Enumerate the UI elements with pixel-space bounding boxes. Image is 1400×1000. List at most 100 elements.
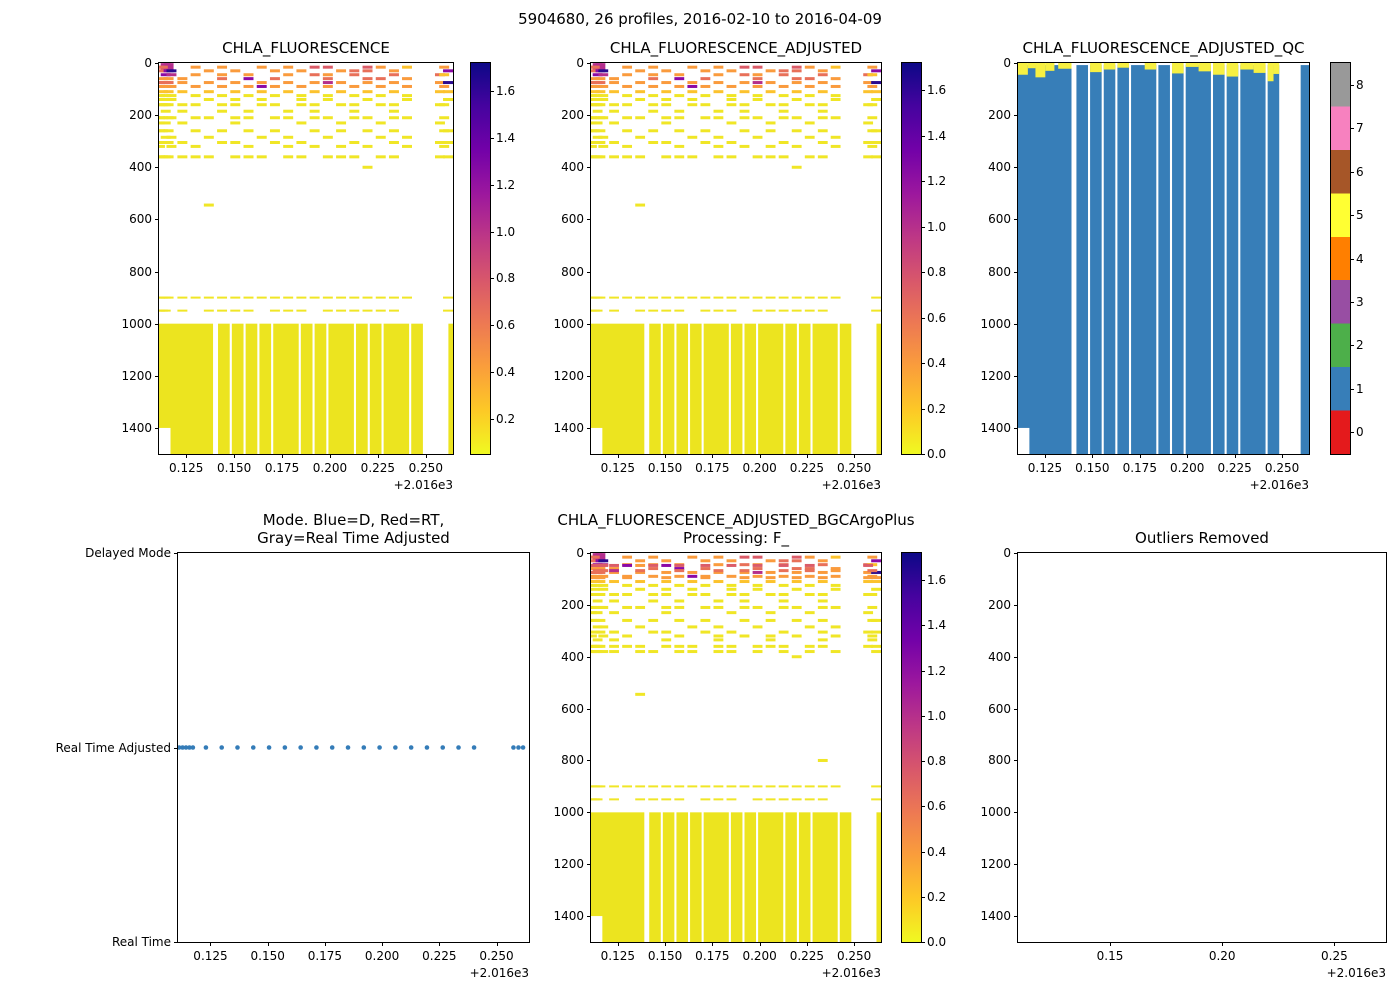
plot-marks: [591, 63, 881, 454]
colorbar-qc-flags: 0 1 2 3 4 5 6 7 8: [1330, 62, 1364, 455]
panel-chla-fluorescence-title: CHLA_FLUORESCENCE: [222, 39, 390, 58]
x-axis-offset-label: +2.016e3: [1326, 966, 1386, 980]
x-tick-label: 0.175: [695, 461, 730, 475]
y-tick-label: Real Time: [111, 935, 171, 949]
x-tick-mark: [1334, 942, 1336, 946]
y-tick-label: 800: [988, 264, 1011, 279]
x-tick-mark: [617, 942, 619, 946]
x-tick-label: 0.250: [836, 461, 872, 475]
colorbar-tick-mark: [1350, 258, 1354, 260]
y-tick-mark: [587, 427, 591, 429]
colorbar-tick-label: 1.0: [496, 224, 516, 239]
colorbar-tick-mark: [1350, 84, 1354, 86]
y-tick-label: 600: [561, 212, 584, 227]
colorbar-tick-mark: [490, 137, 494, 139]
x-tick-label: 0.150: [250, 949, 285, 963]
x-tick-mark: [324, 942, 326, 946]
panel-bgc-argo-plus: CHLA_FLUORESCENCE_ADJUSTED_BGCArgoPlus P…: [553, 511, 914, 981]
y-tick-label: 0: [1003, 546, 1011, 560]
panel-mode: Mode. Blue=D, Red=RT, Gray=Real Time Adj…: [56, 511, 530, 980]
y-tick-mark: [155, 375, 159, 377]
x-tick-label: 0.125: [169, 461, 204, 475]
colorbar-tick-mark: [1350, 128, 1354, 130]
x-tick-mark: [1044, 454, 1046, 458]
mode-dot: [282, 745, 288, 750]
y-tick-mark: [1014, 115, 1018, 117]
chla-fluorescence-heatmap: [159, 63, 453, 454]
y-tick-label: 1200: [553, 368, 584, 383]
x-tick-mark: [759, 942, 761, 946]
panel-bgc-argo-plus-title: CHLA_FLUORESCENCE_ADJUSTED_BGCArgoPlus P…: [557, 510, 915, 548]
colorbar-chla-fluorescence: 0.2 0.4 0.6 0.8 1.0 1.2 1.4 1.6: [470, 62, 515, 455]
colorbar-tick-label: 0.6: [496, 318, 516, 333]
y-tick-label: 1200: [553, 857, 584, 872]
y-tick-label: 800: [988, 753, 1011, 768]
colorbar-tick-mark: [921, 272, 925, 274]
mode-dot: [408, 745, 414, 750]
colorbar-tick-label: 0.6: [927, 310, 947, 325]
plot-marks: [591, 553, 881, 942]
mode-dot: [393, 745, 398, 750]
colorbar-tick-label: 0: [1356, 425, 1364, 440]
y-tick-label: 800: [129, 264, 152, 279]
figure: 5904680, 26 profiles, 2016-02-10 to 2016…: [0, 0, 1400, 1000]
x-tick-label: 0.150: [1075, 461, 1110, 475]
x-tick-label: 0.200: [742, 949, 777, 963]
x-tick-mark: [1222, 942, 1224, 946]
x-tick-label: 0.200: [312, 461, 348, 475]
chla-fluorescence-adjusted-heatmap: [591, 63, 881, 454]
x-tick-mark: [712, 454, 714, 458]
colorbar-tick-mark: [1350, 388, 1354, 390]
y-tick-mark: [1014, 812, 1018, 814]
panel-outliers-removed-title: Outliers Removed: [1135, 529, 1269, 548]
y-tick-mark: [155, 63, 159, 64]
y-tick-label: 0: [576, 56, 584, 70]
x-tick-label: 0.125: [193, 949, 228, 963]
colorbar-tick-mark: [490, 231, 494, 233]
y-tick-mark: [1014, 323, 1018, 325]
y-tick-label: 1400: [980, 909, 1011, 924]
y-tick-label: 400: [988, 160, 1011, 175]
colorbar-tick-label: 1.0: [927, 708, 947, 723]
colorbar-tick-label: 0.4: [927, 356, 947, 371]
colorbar-tick-label: 4: [1356, 251, 1364, 266]
y-tick-label: 0: [144, 56, 152, 70]
mode-dot: [520, 745, 526, 750]
colorbar-tick-mark: [490, 91, 494, 93]
x-tick-label: 0.200: [742, 461, 777, 475]
colorbar-tick-label: 2: [1356, 338, 1364, 353]
y-tick-label: 1200: [121, 368, 152, 383]
colorbar-tick-mark: [490, 418, 494, 420]
colorbar-chla-fluorescence-adjusted: 0.0 0.2 0.4 0.6 0.8 1.0 1.2 1.4 1.6: [901, 62, 946, 461]
x-tick-mark: [282, 454, 284, 458]
mode-dot: [440, 745, 446, 750]
x-axis-offset-label: +2.016e3: [821, 966, 881, 980]
plot-marks: [1018, 553, 1386, 942]
colorbar-tick-label: 6: [1356, 164, 1364, 179]
colorbar-tick-mark: [490, 278, 494, 280]
mode-dot: [266, 745, 272, 750]
y-tick-label: 1400: [980, 420, 1011, 435]
x-tick-mark: [1139, 454, 1141, 458]
colorbar-tick-mark: [921, 408, 925, 410]
y-tick-label: 200: [988, 108, 1011, 123]
y-tick-mark: [587, 219, 591, 221]
y-tick-mark: [587, 812, 591, 814]
mode-dot: [377, 745, 382, 750]
x-tick-mark: [854, 454, 856, 458]
colorbar-tick-mark: [921, 454, 925, 455]
x-tick-mark: [439, 942, 441, 946]
y-tick-label: 200: [129, 108, 152, 123]
panel-outliers-removed: Outliers Removed +2.016e3 0.15 0.20 0.25 0 2…: [980, 529, 1387, 980]
colorbar-tick-mark: [1350, 345, 1354, 347]
x-tick-label: 0.125: [600, 949, 636, 963]
colorbar-tick-mark: [921, 942, 925, 943]
y-tick-mark: [587, 708, 591, 710]
y-tick-mark: [587, 323, 591, 325]
figure-title: 5904680, 26 profiles, 2016-02-10 to 2016…: [518, 10, 882, 28]
y-tick-label: 1000: [553, 805, 584, 820]
x-tick-mark: [186, 454, 188, 458]
x-tick-mark: [267, 942, 269, 946]
x-tick-label: 0.175: [1122, 461, 1157, 475]
mode-dot: [511, 745, 516, 750]
